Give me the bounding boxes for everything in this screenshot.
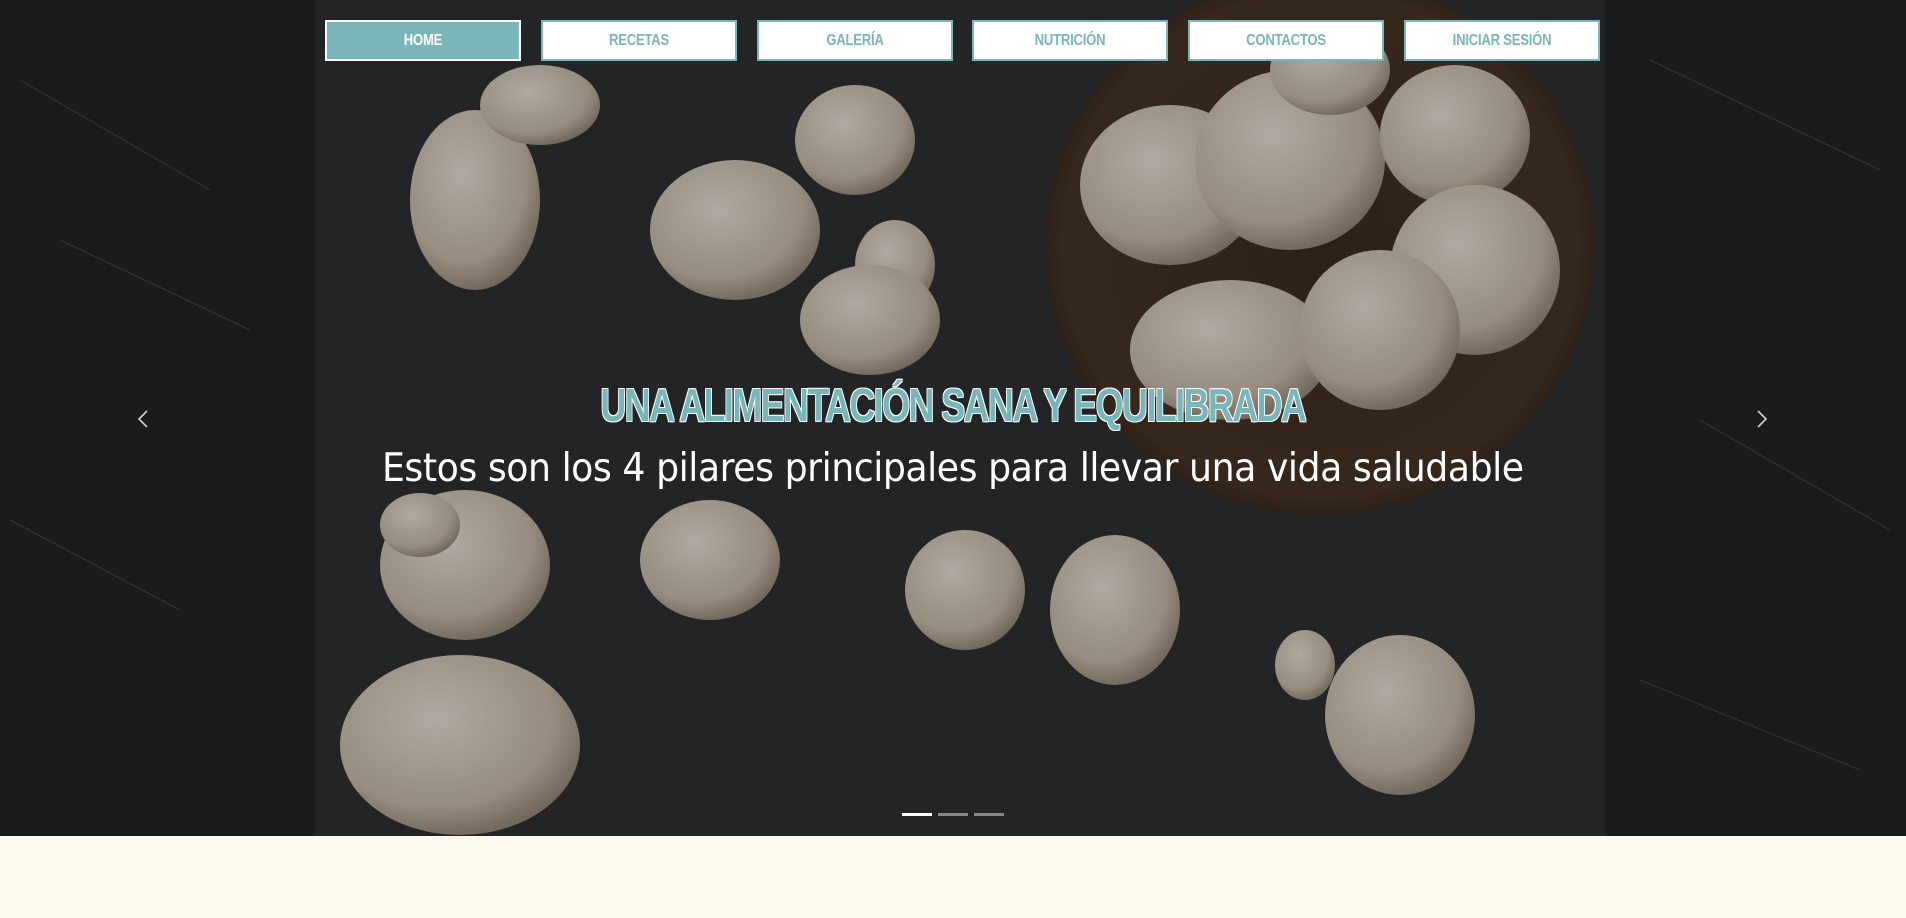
carousel-next-button[interactable]	[1747, 404, 1777, 434]
nav-contactos-label: CONTACTOS	[1246, 31, 1327, 49]
carousel-indicator-2[interactable]	[938, 813, 968, 816]
main-nav: HOME RECETAS GALERÍA NUTRICIÓN CONTACTOS…	[325, 20, 1600, 61]
carousel-caption: Estos son los 4 pilares principales para…	[0, 446, 1906, 491]
nav-home-label: HOME	[403, 31, 443, 49]
carousel-indicator-3[interactable]	[974, 813, 1004, 816]
chevron-left-icon	[137, 410, 148, 428]
nav-home-button[interactable]: HOME	[325, 20, 521, 61]
nav-contactos-button[interactable]: CONTACTOS	[1188, 20, 1385, 61]
nav-login-button[interactable]: INICIAR SESIÓN	[1403, 20, 1600, 61]
carousel-headline-text: UNA ALIMENTACIÓN SANA Y EQUILIBRADA	[600, 379, 1307, 431]
nav-nutricion-button[interactable]: NUTRICIÓN	[972, 20, 1169, 61]
nav-galeria-button[interactable]: GALERÍA	[756, 20, 953, 61]
hero-carousel: HOME RECETAS GALERÍA NUTRICIÓN CONTACTOS…	[0, 0, 1906, 836]
chevron-right-icon	[1757, 410, 1768, 428]
page-content-area	[0, 836, 1906, 918]
carousel-prev-button[interactable]	[128, 404, 158, 434]
carousel-indicator-1[interactable]	[902, 813, 932, 816]
nav-galeria-label: GALERÍA	[825, 31, 884, 49]
carousel-indicators	[902, 813, 1004, 816]
nav-recetas-button[interactable]: RECETAS	[540, 20, 737, 61]
carousel-headline: UNA ALIMENTACIÓN SANA Y EQUILIBRADA	[0, 378, 1906, 432]
nav-nutricion-label: NUTRICIÓN	[1035, 31, 1106, 49]
nav-recetas-label: RECETAS	[608, 31, 669, 49]
nav-login-label: INICIAR SESIÓN	[1452, 31, 1552, 49]
carousel-caption-text: Estos son los 4 pilares principales para…	[382, 446, 1524, 491]
